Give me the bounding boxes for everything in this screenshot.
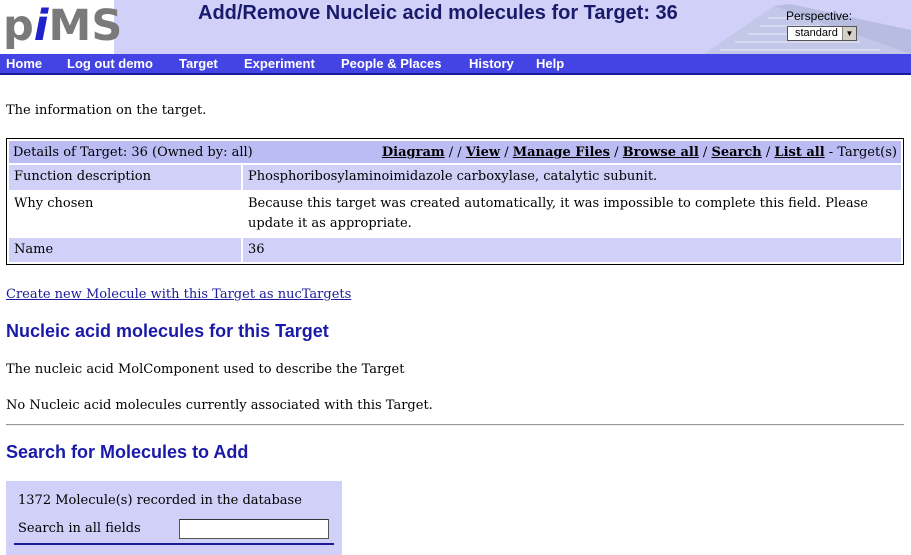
nav-experiment[interactable]: Experiment: [244, 56, 315, 71]
view-link[interactable]: View: [466, 145, 500, 160]
diagram-link[interactable]: Diagram: [382, 145, 445, 160]
row-label: Function description: [14, 169, 152, 184]
search-panel: 1372 Molecule(s) recorded in the databas…: [6, 481, 342, 555]
nav-logout[interactable]: Log out demo: [67, 56, 153, 71]
page-title: Add/Remove Nucleic acid molecules for Ta…: [198, 2, 678, 24]
nav-help[interactable]: Help: [536, 56, 564, 71]
browse-all-link[interactable]: Browse all: [623, 145, 699, 160]
row-label: Why chosen: [14, 196, 94, 211]
divider: [6, 424, 904, 426]
search-panel-underline: [14, 543, 334, 545]
list-all-link[interactable]: List all: [774, 145, 824, 160]
search-link[interactable]: Search: [711, 145, 761, 160]
section-description: The nucleic acid MolComponent used to de…: [6, 362, 405, 377]
nav-home[interactable]: Home: [6, 56, 42, 71]
table-row: Function description Phosphoribosylamino…: [9, 165, 901, 190]
page-header: piMS Add/Remove Nucleic acid molecules f…: [0, 0, 911, 54]
search-input[interactable]: [179, 519, 329, 539]
row-value: Phosphoribosylaminoimidazole carboxylase…: [248, 169, 658, 184]
empty-message: No Nucleic acid molecules currently asso…: [6, 398, 433, 413]
row-value: 36: [248, 242, 265, 257]
nucleic-acid-heading: Nucleic acid molecules for this Target: [6, 321, 329, 341]
search-heading: Search for Molecules to Add: [6, 442, 249, 462]
molecule-count: 1372 Molecule(s) recorded in the databas…: [18, 493, 302, 508]
details-header: Details of Target: 36 (Owned by: all) Di…: [9, 141, 901, 163]
type-suffix: - Target(s): [824, 145, 897, 160]
link-separator: /: [500, 145, 513, 160]
create-molecule-link[interactable]: Create new Molecule with this Target as …: [6, 287, 351, 302]
nav-target[interactable]: Target: [179, 56, 218, 71]
main-nav: Home Log out demo Target Experiment Peop…: [0, 54, 911, 75]
row-label: Name: [14, 242, 54, 257]
link-separator: /: [610, 145, 623, 160]
nav-people-places[interactable]: People & Places: [341, 56, 441, 71]
perspective-select[interactable]: standard ▼: [787, 26, 857, 41]
perspective-label: Perspective:: [786, 9, 853, 23]
details-title: Details of Target: 36 (Owned by: all): [13, 145, 253, 160]
logo-text: piMS: [3, 1, 123, 51]
target-details-table: Details of Target: 36 (Owned by: all) Di…: [6, 138, 904, 265]
search-label: Search in all fields: [18, 521, 141, 536]
row-value: Because this target was created automati…: [248, 196, 868, 231]
table-row: Name 36: [9, 238, 901, 262]
details-links: Diagram / / View / Manage Files / Browse…: [382, 145, 897, 160]
pims-logo[interactable]: piMS: [0, 0, 122, 54]
nav-history[interactable]: History: [469, 56, 514, 71]
link-separator: / /: [444, 145, 466, 160]
manage-files-link[interactable]: Manage Files: [513, 145, 610, 160]
link-separator: /: [761, 145, 775, 160]
intro-text: The information on the target.: [6, 103, 207, 118]
table-row: Why chosen Because this target was creat…: [9, 192, 901, 236]
link-separator: /: [698, 145, 712, 160]
chevron-down-icon[interactable]: ▼: [842, 27, 856, 40]
perspective-value: standard: [795, 27, 838, 39]
